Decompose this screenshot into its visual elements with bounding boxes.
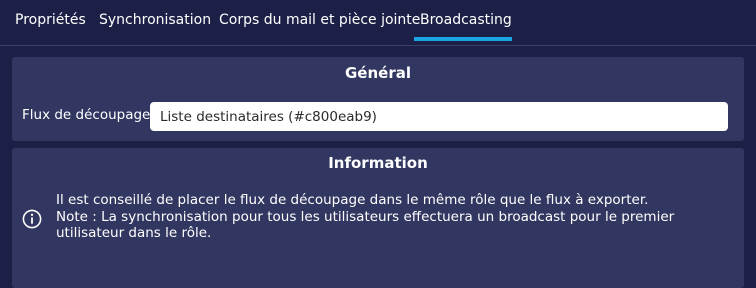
tab-bar: Propriétés Synchronisation Corps du mail… bbox=[0, 0, 756, 46]
active-tab-indicator bbox=[414, 37, 512, 41]
tab-synchronisation[interactable]: Synchronisation bbox=[99, 11, 211, 29]
general-title: Général bbox=[345, 64, 411, 82]
info-circle-icon bbox=[22, 209, 42, 229]
information-title: Information bbox=[328, 154, 428, 172]
flux-de-decoupage-input[interactable] bbox=[150, 102, 728, 131]
information-panel: Information Il est conseillé de placer l… bbox=[12, 148, 744, 288]
information-line-2: Note : La synchronisation pour tous les … bbox=[56, 208, 675, 242]
general-panel: Général Flux de découpage bbox=[12, 57, 744, 141]
information-text: Il est conseillé de placer le flux de dé… bbox=[56, 192, 736, 242]
tab-broadcasting[interactable]: Broadcasting bbox=[420, 11, 512, 29]
tab-corps-du-mail[interactable]: Corps du mail et pièce jointe bbox=[219, 11, 420, 29]
flux-de-decoupage-label: Flux de découpage bbox=[22, 107, 151, 123]
information-line-1: Il est conseillé de placer le flux de dé… bbox=[56, 192, 649, 208]
tab-proprietes[interactable]: Propriétés bbox=[15, 11, 86, 29]
